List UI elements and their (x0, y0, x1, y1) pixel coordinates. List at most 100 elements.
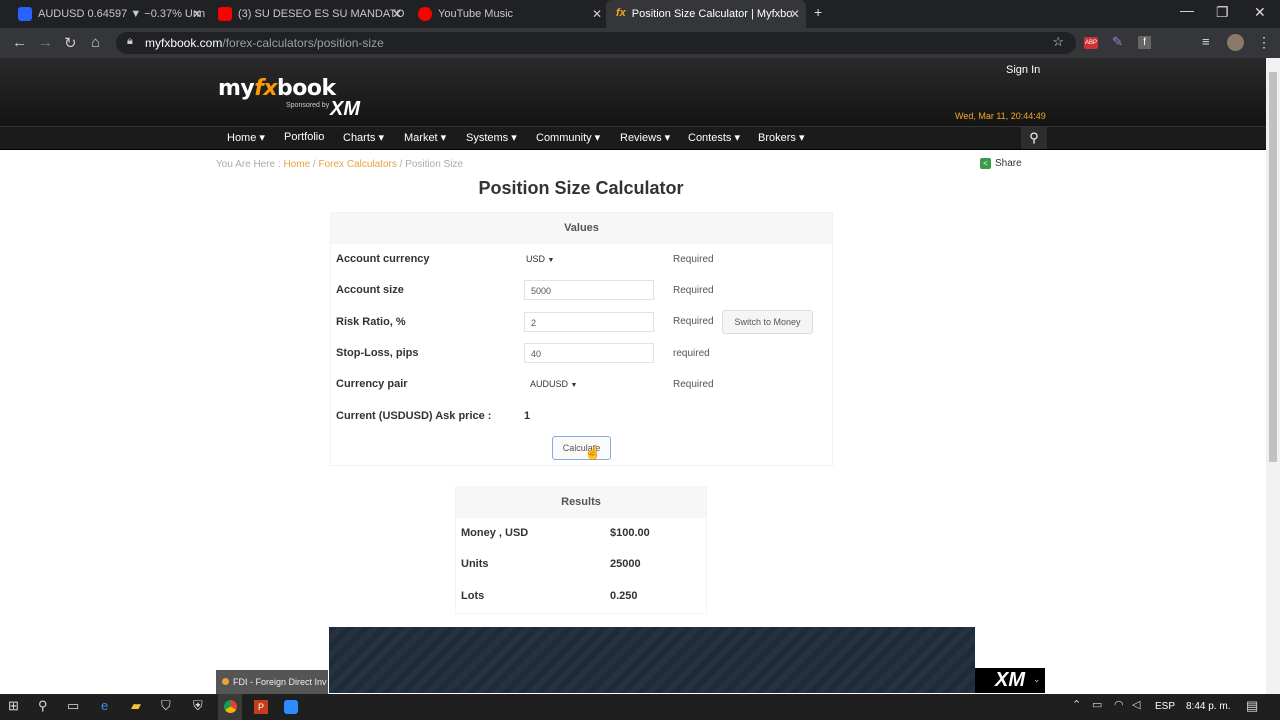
xm-logo[interactable]: XM (330, 98, 360, 121)
share-label: Share (995, 158, 1022, 169)
nav-community[interactable]: Community ▾ (536, 131, 600, 144)
nav-market[interactable]: Market ▾ (404, 131, 446, 144)
back-icon[interactable]: ← (12, 34, 27, 51)
site-header: myfxbook Sponsored by XM Sign In Wed, Ma… (0, 58, 1266, 126)
nav-reviews[interactable]: Reviews ▾ (620, 131, 670, 144)
volume-icon[interactable]: ◁ (1132, 698, 1140, 711)
sponsored-text: Sponsored by (286, 102, 330, 109)
tab-audusd[interactable]: AUDUSD 0.64597 ▼ −0.37% Unn ✕ (8, 0, 208, 28)
battery-icon[interactable]: ▭ (1092, 698, 1102, 711)
pen-extension-icon[interactable]: ✎ (1112, 34, 1123, 50)
result-value-lots: 0.250 (610, 590, 638, 602)
bookmark-star-icon[interactable]: ☆ (1052, 34, 1064, 50)
close-icon[interactable]: ✕ (592, 7, 602, 21)
url-text: myfxbook.com/forex-calculators/position-… (145, 36, 384, 50)
tab-label: AUDUSD 0.64597 ▼ −0.37% Unn (38, 8, 206, 20)
media-control-icon[interactable]: ≡ (1202, 34, 1210, 49)
profile-avatar[interactable] (1227, 34, 1244, 51)
browser-tab-bar: AUDUSD 0.64597 ▼ −0.37% Unn ✕ (3) SU DES… (0, 0, 1280, 28)
myfxbook-logo[interactable]: myfxbook (218, 76, 336, 101)
stop-loss-input[interactable]: 40 (524, 343, 654, 363)
wifi-icon[interactable]: ◠ (1114, 698, 1124, 711)
select-value: AUDUSD (530, 379, 569, 389)
mouse-cursor-icon: ☝ (584, 444, 602, 460)
scrollbar-thumb[interactable] (1269, 72, 1277, 462)
breadcrumb-forex-calculators[interactable]: Forex Calculators (318, 159, 396, 170)
ad-banner[interactable] (329, 627, 975, 693)
result-label-money: Money , USD (461, 527, 529, 539)
defender-icon[interactable]: ⛨ (193, 698, 203, 714)
tab-youtube-video[interactable]: (3) SU DESEO ES SU MANDATO ✕ (208, 0, 408, 28)
tab-label: YouTube Music (438, 8, 514, 20)
chrome-taskbar-button[interactable] (218, 694, 242, 720)
address-bar[interactable]: 🔒︎ myfxbook.com/forex-calculators/positi… (116, 32, 1076, 54)
page-title: Position Size Calculator (478, 178, 684, 198)
adblock-icon[interactable]: ABP (1084, 37, 1098, 49)
file-explorer-icon[interactable]: ▰ (131, 698, 141, 714)
breadcrumb-current: Position Size (405, 159, 463, 170)
windows-start-icon[interactable]: ⊞ (8, 698, 19, 714)
required-label: Required (673, 285, 714, 296)
switch-to-money-button[interactable]: Switch to Money (722, 310, 813, 334)
language-indicator[interactable]: ESP (1155, 701, 1175, 712)
edge-icon[interactable]: e (101, 698, 108, 713)
risk-ratio-input[interactable]: 2 (524, 312, 654, 332)
sign-in-link[interactable]: Sign In (1006, 64, 1040, 76)
facebook-extension-icon[interactable]: f (1138, 36, 1151, 49)
reload-icon[interactable]: ↻ (64, 34, 77, 52)
powerpoint-icon[interactable]: P (254, 700, 268, 714)
main-nav: Home ▾ Portfolio Charts ▾ Market ▾ Syste… (0, 126, 1266, 150)
breadcrumb-prefix: You Are Here : (216, 159, 284, 170)
zoom-icon[interactable] (284, 700, 298, 714)
taskbar-clock[interactable]: 8:44 p. m. (1186, 701, 1230, 712)
close-icon[interactable]: ✕ (392, 7, 402, 21)
ask-price-label: Current (USDUSD) Ask price : (336, 410, 492, 422)
close-icon[interactable]: ✕ (192, 7, 202, 21)
share-icon: < (980, 158, 991, 169)
store-icon[interactable]: ⛉ (161, 698, 171, 714)
myfxbook-favicon-icon: fx (616, 7, 626, 19)
home-icon[interactable]: ⌂ (91, 34, 100, 51)
restore-icon[interactable]: ❐ (1216, 4, 1229, 21)
account-size-input[interactable]: 5000 (524, 280, 654, 300)
nav-charts[interactable]: Charts ▾ (343, 131, 384, 144)
close-icon[interactable]: ✕ (790, 7, 800, 21)
browser-toolbar: ← → ↻ ⌂ 🔒︎ myfxbook.com/forex-calculator… (0, 28, 1280, 58)
required-label: Required (673, 254, 714, 265)
account-currency-select[interactable]: USD ▼ (526, 249, 554, 269)
tab-position-size-calculator[interactable]: fx Position Size Calculator | Myfxbo ✕ (606, 0, 806, 28)
result-label-units: Units (461, 558, 489, 570)
search-icon[interactable]: ⚲ (38, 698, 48, 714)
close-window-icon[interactable]: ✕ (1254, 4, 1266, 21)
currency-pair-label: Currency pair (336, 378, 408, 390)
currency-pair-select[interactable]: AUDUSD ▼ (530, 374, 577, 394)
minimize-icon[interactable]: — (1180, 2, 1194, 18)
task-view-icon[interactable]: ▭ (67, 698, 79, 714)
account-currency-label: Account currency (336, 253, 430, 265)
menu-dots-icon[interactable]: ⋮ (1257, 34, 1271, 51)
calculate-button[interactable]: Calculate (552, 436, 611, 460)
nav-portfolio[interactable]: Portfolio (284, 131, 324, 143)
chevron-up-icon[interactable]: ⌃ (1072, 698, 1081, 711)
tab-label: Position Size Calculator | Myfxbo (631, 8, 793, 20)
stop-loss-label: Stop-Loss, pips (336, 347, 419, 359)
nav-systems[interactable]: Systems ▾ (466, 131, 517, 144)
required-label: Required (673, 316, 714, 327)
new-tab-icon[interactable]: + (814, 4, 822, 20)
select-value: USD (526, 254, 546, 264)
forward-icon[interactable]: → (38, 34, 53, 51)
nav-home[interactable]: Home ▾ (227, 131, 265, 144)
result-label-lots: Lots (461, 590, 485, 602)
chevron-down-icon[interactable]: ⌄ (1033, 674, 1041, 685)
result-value-units: 25000 (610, 558, 641, 570)
search-icon[interactable]: ⚲ (1021, 127, 1047, 149)
tab-youtube-music[interactable]: YouTube Music ✕ (408, 0, 608, 28)
breadcrumb-home[interactable]: Home (283, 159, 310, 170)
breadcrumb-separator: / (396, 159, 406, 170)
share-button[interactable]: < Share (980, 158, 1022, 169)
notifications-icon[interactable]: ▤ (1246, 698, 1258, 714)
nav-contests[interactable]: Contests ▾ (688, 131, 740, 144)
result-value-money: $100.00 (610, 527, 650, 539)
download-item[interactable]: FDI - Foreign Direct Inv (216, 670, 328, 694)
nav-brokers[interactable]: Brokers ▾ (758, 131, 804, 144)
